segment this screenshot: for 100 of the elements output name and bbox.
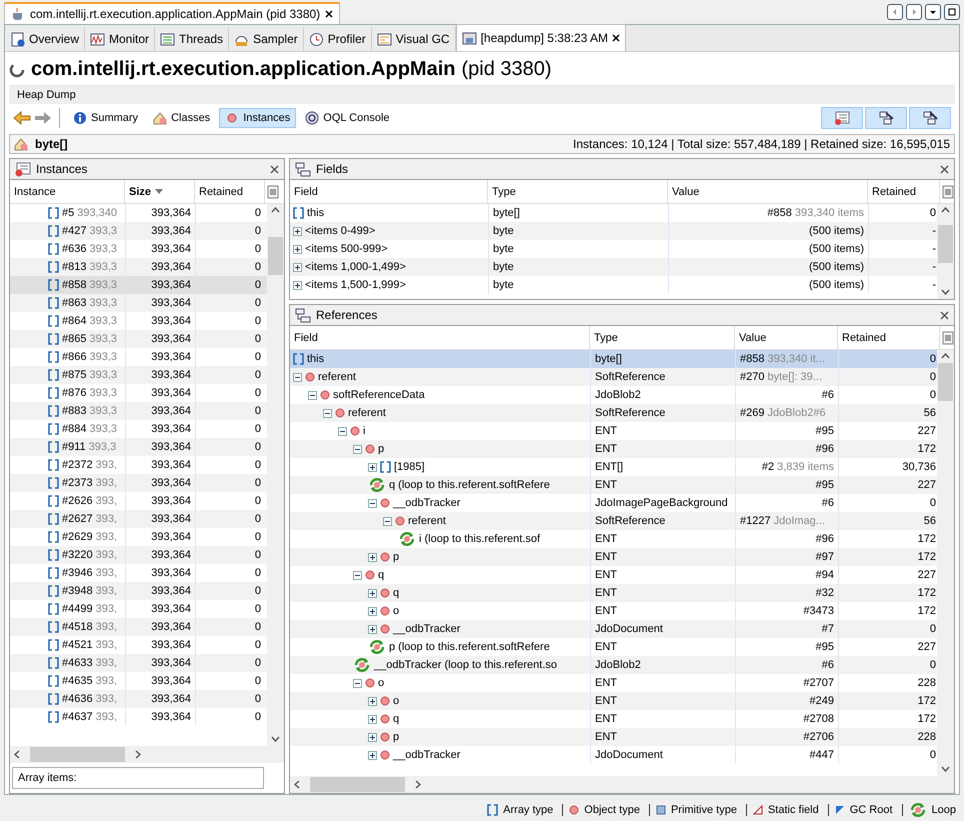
- horizontal-scrollbar[interactable]: [10, 746, 284, 763]
- scroll-thumb[interactable]: [30, 747, 125, 762]
- column-header[interactable]: Value: [672, 186, 700, 198]
- column-header[interactable]: Retained: [842, 332, 886, 344]
- expand-icon[interactable]: [368, 732, 377, 742]
- expand-icon[interactable]: [293, 262, 302, 272]
- dropdown-button[interactable]: [925, 4, 941, 20]
- table-row[interactable]: referent SoftReference #269 JdoBlob2#6 56: [290, 404, 937, 422]
- back-arrow-icon[interactable]: [13, 110, 31, 126]
- table-row[interactable]: #865 393,3 393,364 0: [10, 330, 267, 348]
- expand-icon[interactable]: [368, 750, 377, 760]
- scroll-left-button[interactable]: [887, 4, 903, 20]
- table-row[interactable]: #911 393,3 393,364 0: [10, 438, 267, 456]
- scroll-up-icon[interactable]: [271, 207, 280, 213]
- table-row[interactable]: #813 393,3 393,364 0: [10, 258, 267, 276]
- table-row[interactable]: o ENT #249 172: [290, 692, 937, 710]
- column-settings-icon[interactable]: [942, 184, 954, 198]
- table-row[interactable]: #3220 393, 393,364 0: [10, 546, 267, 564]
- table-row[interactable]: #875 393,3 393,364 0: [10, 366, 267, 384]
- collapse-icon[interactable]: [308, 390, 317, 400]
- column-header[interactable]: Value: [739, 332, 766, 344]
- scroll-thumb[interactable]: [268, 237, 283, 275]
- expand-icon[interactable]: [368, 462, 377, 472]
- expand-icon[interactable]: [293, 280, 302, 290]
- column-header[interactable]: Retained: [195, 180, 265, 203]
- table-row[interactable]: p ENT #96 172: [290, 440, 937, 458]
- view-toggle-button[interactable]: [865, 107, 907, 129]
- close-icon[interactable]: [940, 164, 949, 174]
- expand-icon[interactable]: [368, 696, 377, 706]
- scroll-left-icon[interactable]: [294, 780, 300, 789]
- close-icon[interactable]: [940, 310, 949, 320]
- table-row[interactable]: #3948 393, 393,364 0: [10, 582, 267, 600]
- scroll-right-icon[interactable]: [135, 750, 141, 759]
- scroll-down-icon[interactable]: [941, 289, 950, 295]
- collapse-icon[interactable]: [338, 426, 347, 436]
- view-toggle-button[interactable]: [909, 107, 951, 129]
- table-row[interactable]: __odbTracker (loop to this.referent.so JdoBlob2 #6 0: [290, 656, 937, 674]
- expand-icon[interactable]: [293, 226, 302, 236]
- vertical-scrollbar[interactable]: [937, 350, 954, 776]
- scroll-thumb[interactable]: [310, 777, 405, 792]
- column-header[interactable]: Instance: [10, 180, 125, 203]
- column-settings-icon[interactable]: [942, 330, 954, 344]
- scroll-down-icon[interactable]: [271, 736, 280, 742]
- table-row[interactable]: q ENT #32 172: [290, 584, 937, 602]
- table-row[interactable]: #858 393,3 393,364 0: [10, 276, 267, 294]
- table-row[interactable]: this byte[] #858 393,340 it... 0: [290, 350, 937, 368]
- vertical-scrollbar[interactable]: [267, 204, 284, 746]
- table-row[interactable]: referent SoftReference #1227 JdoImag... 56: [290, 512, 937, 530]
- scroll-up-icon[interactable]: [941, 353, 950, 359]
- column-header[interactable]: Size: [125, 180, 195, 203]
- scroll-right-button[interactable]: [906, 4, 922, 20]
- table-row[interactable]: #863 393,3 393,364 0: [10, 294, 267, 312]
- toolbar-button[interactable]: Instances: [219, 108, 296, 128]
- table-row[interactable]: __odbTracker JdoDocument #7 0: [290, 620, 937, 638]
- column-settings-icon[interactable]: [267, 184, 279, 198]
- expand-icon[interactable]: [368, 714, 377, 724]
- toolbar-button[interactable]: Summary: [67, 108, 144, 128]
- expand-icon[interactable]: [368, 624, 377, 634]
- table-row[interactable]: q (loop to this.referent.softRefere ENT #95 227: [290, 476, 937, 494]
- scroll-down-icon[interactable]: [941, 766, 950, 772]
- collapse-icon[interactable]: [353, 570, 362, 580]
- horizontal-scrollbar[interactable]: [290, 776, 954, 793]
- view-toggle-button[interactable]: [821, 107, 863, 129]
- column-header[interactable]: Retained: [872, 186, 916, 198]
- column-header[interactable]: Type: [594, 332, 618, 344]
- collapse-icon[interactable]: [353, 678, 362, 688]
- scroll-up-icon[interactable]: [941, 207, 950, 213]
- table-row[interactable]: #4518 393, 393,364 0: [10, 618, 267, 636]
- table-row[interactable]: #4636 393, 393,364 0: [10, 690, 267, 708]
- document-tab[interactable]: com.intellij.rt.execution.application.AppMain (pid 3380): [4, 2, 340, 24]
- maximize-button[interactable]: [944, 4, 960, 20]
- toolbar-button[interactable]: OQL Console: [299, 108, 396, 128]
- collapse-icon[interactable]: [293, 372, 302, 382]
- collapse-icon[interactable]: [323, 408, 332, 418]
- expand-icon[interactable]: [368, 588, 377, 598]
- expand-icon[interactable]: [368, 606, 377, 616]
- scroll-right-icon[interactable]: [415, 780, 421, 789]
- table-row[interactable]: #2373 393, 393,364 0: [10, 474, 267, 492]
- table-row[interactable]: #427 393,3 393,364 0: [10, 222, 267, 240]
- close-icon[interactable]: [325, 10, 334, 18]
- expand-icon[interactable]: [293, 244, 302, 254]
- scroll-left-icon[interactable]: [14, 750, 20, 759]
- collapse-icon[interactable]: [353, 444, 362, 454]
- vertical-scrollbar[interactable]: [937, 204, 954, 299]
- view-tab[interactable]: [heapdump] 5:38:23 AM: [456, 24, 626, 51]
- column-header[interactable]: Field: [294, 332, 318, 344]
- table-row[interactable]: p ENT #2706 228: [290, 728, 937, 746]
- scroll-thumb[interactable]: [938, 225, 953, 263]
- table-row[interactable]: #4633 393, 393,364 0: [10, 654, 267, 672]
- table-row[interactable]: #883 393,3 393,364 0: [10, 402, 267, 420]
- expand-icon[interactable]: [368, 552, 377, 562]
- column-header[interactable]: Type: [492, 186, 516, 198]
- table-row[interactable]: #2627 393, 393,364 0: [10, 510, 267, 528]
- forward-arrow-icon[interactable]: [34, 110, 52, 126]
- close-icon[interactable]: [612, 34, 620, 42]
- table-row[interactable]: referent SoftReference #270 byte[]: 39... 0: [290, 368, 937, 386]
- column-header[interactable]: Field: [294, 186, 318, 198]
- table-row[interactable]: p ENT #97 172: [290, 548, 937, 566]
- collapse-icon[interactable]: [368, 498, 377, 508]
- table-row[interactable]: #4637 393, 393,364 0: [10, 708, 267, 726]
